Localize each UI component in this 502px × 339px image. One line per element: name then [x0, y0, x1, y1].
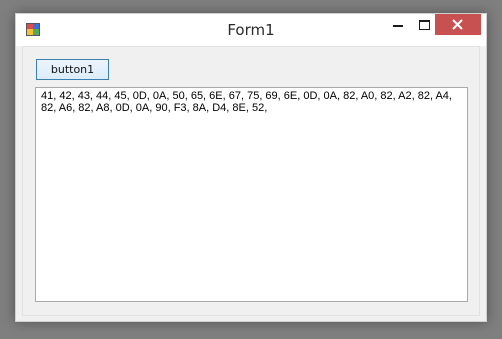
maximize-button[interactable] [411, 14, 437, 35]
minimize-button[interactable] [385, 14, 411, 35]
title-bar[interactable]: Form1 [16, 14, 486, 46]
output-textbox[interactable]: 41, 42, 43, 44, 45, 0D, 0A, 50, 65, 6E, … [35, 87, 468, 302]
close-icon [452, 19, 463, 30]
form-client-area: button1 41, 42, 43, 44, 45, 0D, 0A, 50, … [22, 46, 480, 316]
minimize-icon [393, 25, 403, 27]
close-button[interactable] [435, 14, 481, 35]
button1[interactable]: button1 [36, 59, 109, 80]
maximize-icon [419, 20, 430, 30]
form1-window: Form1 button1 41, 42, 43, 44, 45, 0D, 0A… [15, 13, 487, 322]
